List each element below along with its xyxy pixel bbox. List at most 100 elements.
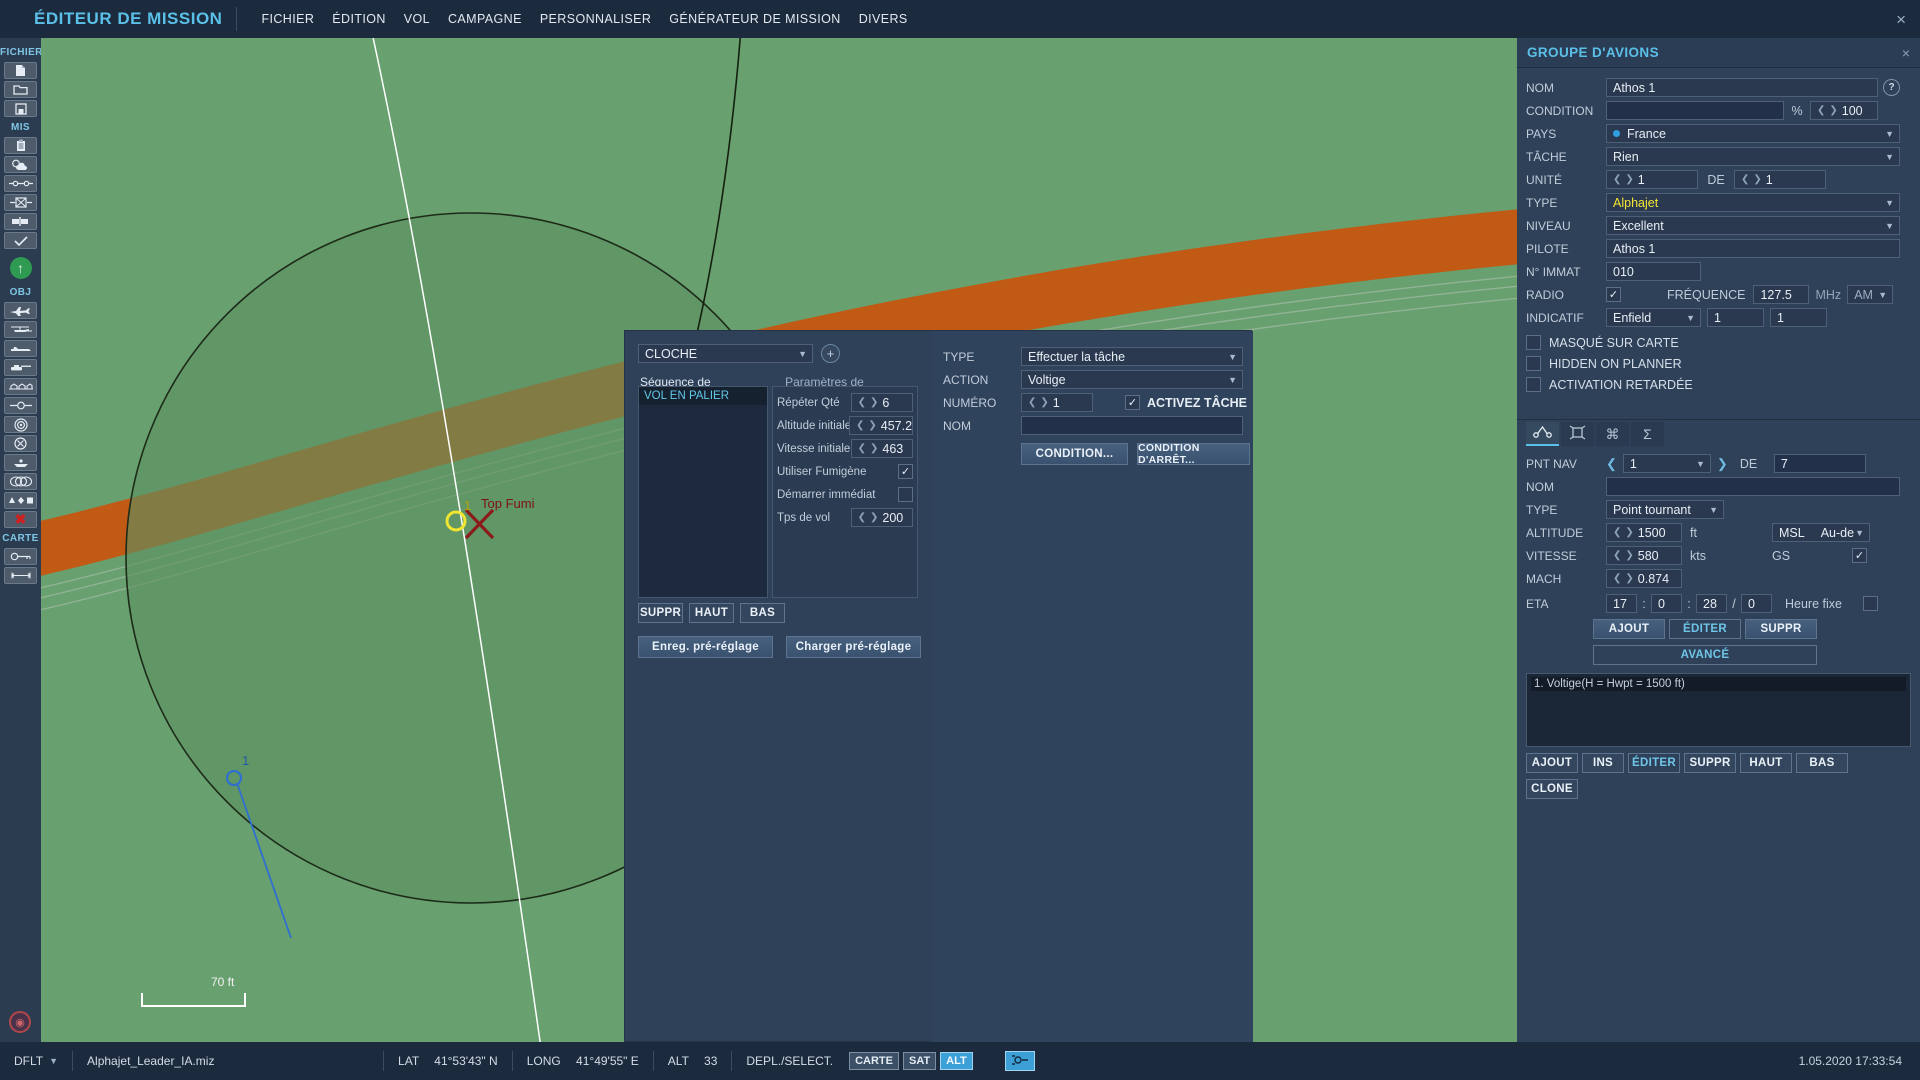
avance-button[interactable]: AVANCÉ bbox=[1593, 645, 1817, 665]
toggle-sat[interactable]: SAT bbox=[902, 1052, 937, 1070]
new-mission-button[interactable] bbox=[4, 62, 37, 79]
right-arrow-icon[interactable]: ❯ bbox=[1753, 174, 1761, 185]
left-arrow-icon[interactable]: ❮ bbox=[1613, 550, 1621, 561]
vitesse-initiale-stepper[interactable]: ❮ ❯ 463 bbox=[850, 439, 913, 458]
task-nom-input[interactable] bbox=[1021, 416, 1243, 435]
route-bas-button[interactable]: BAS bbox=[1796, 753, 1848, 773]
add-preset-button[interactable]: + bbox=[821, 344, 840, 363]
indicatif-num2-input[interactable]: 1 bbox=[1770, 308, 1827, 327]
altitude-stepper[interactable]: ❮ ❯ 1500 bbox=[1606, 523, 1682, 542]
menu-edition[interactable]: ÉDITION bbox=[332, 12, 386, 26]
up-arrow-button[interactable]: ↑ bbox=[9, 257, 32, 279]
left-arrow-icon[interactable]: ❮ bbox=[858, 397, 866, 408]
toggle-carte[interactable]: CARTE bbox=[849, 1052, 899, 1070]
right-arrow-icon[interactable]: ❯ bbox=[870, 397, 878, 408]
prev-waypoint-icon[interactable]: ❮ bbox=[1606, 456, 1617, 472]
utiliser-fumigene-checkbox[interactable]: ✓ bbox=[898, 464, 913, 479]
right-arrow-icon[interactable]: ❯ bbox=[870, 512, 878, 523]
indicatif-select[interactable]: Enfield ▼ bbox=[1606, 308, 1701, 327]
menu-divers[interactable]: DIVERS bbox=[859, 12, 908, 26]
menu-vol[interactable]: VOL bbox=[404, 12, 430, 26]
nom-input[interactable]: Athos 1 bbox=[1606, 78, 1878, 97]
waypoint-ajout-button[interactable]: AJOUT bbox=[1593, 619, 1665, 639]
eta-minutes-input[interactable]: 0 bbox=[1651, 594, 1682, 613]
left-arrow-icon[interactable]: ❮ bbox=[1741, 174, 1749, 185]
right-arrow-icon[interactable]: ❯ bbox=[1625, 174, 1633, 185]
immat-input[interactable]: 010 bbox=[1606, 262, 1701, 281]
hidden-on-planner-checkbox[interactable] bbox=[1526, 356, 1541, 371]
airplane-button[interactable] bbox=[4, 302, 37, 319]
stop-condition-button[interactable]: CONDITION D'ARRÊT... bbox=[1137, 442, 1250, 466]
shapes-button[interactable] bbox=[4, 492, 37, 509]
ship-button[interactable] bbox=[4, 340, 37, 357]
task-action-select[interactable]: Voltige ▼ bbox=[1021, 370, 1243, 389]
vitesse-stepper[interactable]: ❮ ❯ 580 bbox=[1606, 546, 1682, 565]
briefing-button[interactable] bbox=[4, 137, 37, 154]
load-preset-button[interactable]: Charger pré-réglage bbox=[786, 636, 921, 658]
waypoint-editer-button[interactable]: ÉDITER bbox=[1669, 619, 1741, 639]
radio-checkbox[interactable]: ✓ bbox=[1606, 287, 1621, 302]
masque-sur-carte-checkbox[interactable] bbox=[1526, 335, 1541, 350]
left-arrow-icon[interactable]: ❮ bbox=[1613, 573, 1621, 584]
mach-stepper[interactable]: ❮ ❯ 0.874 bbox=[1606, 569, 1682, 588]
pays-select[interactable]: France ▼ bbox=[1606, 124, 1900, 143]
modulation-select[interactable]: AM ▼ bbox=[1847, 285, 1894, 304]
right-arrow-icon[interactable]: ❯ bbox=[1625, 550, 1633, 561]
condition-input[interactable] bbox=[1606, 101, 1784, 120]
gs-checkbox[interactable]: ✓ bbox=[1852, 548, 1867, 563]
right-arrow-icon[interactable]: ❯ bbox=[1829, 105, 1837, 116]
next-waypoint-icon[interactable]: ❯ bbox=[1717, 456, 1728, 472]
route-ins-button[interactable]: INS bbox=[1582, 753, 1624, 773]
formation-button[interactable] bbox=[4, 473, 37, 490]
demarrer-immediat-checkbox[interactable] bbox=[898, 487, 913, 502]
type-select[interactable]: Alphajet ▼ bbox=[1606, 193, 1900, 212]
profile-select[interactable]: DFLT ▼ bbox=[0, 1054, 72, 1068]
heure-fixe-checkbox[interactable] bbox=[1863, 596, 1878, 611]
eta-days-input[interactable]: 0 bbox=[1741, 594, 1772, 613]
activate-task-checkbox[interactable]: ✓ bbox=[1125, 395, 1140, 410]
left-arrow-icon[interactable]: ❮ bbox=[856, 420, 864, 431]
toggle-alt[interactable]: ALT bbox=[940, 1052, 973, 1070]
trigger-button[interactable] bbox=[4, 175, 37, 192]
record-button[interactable]: ◉ bbox=[9, 1011, 31, 1033]
right-arrow-icon[interactable]: ❯ bbox=[1625, 527, 1633, 538]
list-item[interactable]: 1. Voltige(H = Hwpt = 1500 ft) bbox=[1531, 677, 1906, 691]
task-numero-stepper[interactable]: ❮ ❯ 1 bbox=[1021, 393, 1093, 412]
task-type-select[interactable]: Effectuer la tâche ▼ bbox=[1021, 347, 1243, 366]
pnt-nav-select[interactable]: 1 ▼ bbox=[1622, 454, 1711, 473]
right-arrow-icon[interactable]: ❯ bbox=[1040, 397, 1048, 408]
save-mission-button[interactable] bbox=[4, 100, 37, 117]
altitude-initiale-stepper[interactable]: ❮ ❯ 457.2 bbox=[849, 416, 913, 435]
unite-de-stepper[interactable]: ❮ ❯ 1 bbox=[1734, 170, 1826, 189]
eta-hours-input[interactable]: 17 bbox=[1606, 594, 1637, 613]
delete-object-button[interactable]: ✖ bbox=[4, 511, 37, 528]
no-entry-button[interactable] bbox=[4, 435, 37, 452]
tab-summary[interactable]: ⌘ bbox=[1596, 422, 1629, 446]
percent-stepper[interactable]: ❮ ❯ 100 bbox=[1810, 101, 1878, 120]
open-mission-button[interactable] bbox=[4, 81, 37, 98]
menu-campagne[interactable]: CAMPAGNE bbox=[448, 12, 522, 26]
activation-retardee-checkbox[interactable] bbox=[1526, 377, 1541, 392]
right-arrow-icon[interactable]: ❯ bbox=[870, 443, 878, 454]
route-haut-button[interactable]: HAUT bbox=[1740, 753, 1792, 773]
airfield-button[interactable] bbox=[4, 454, 37, 471]
static-line-button[interactable] bbox=[4, 397, 37, 414]
structure-button[interactable] bbox=[4, 378, 37, 395]
left-arrow-icon[interactable]: ❮ bbox=[1613, 527, 1621, 538]
unite-stepper[interactable]: ❮ ❯ 1 bbox=[1606, 170, 1698, 189]
frequence-input[interactable]: 127.5 bbox=[1753, 285, 1810, 304]
map-ruler-button[interactable] bbox=[4, 567, 37, 584]
nav-nom-input[interactable] bbox=[1606, 477, 1900, 496]
left-arrow-icon[interactable]: ❮ bbox=[858, 443, 866, 454]
pilote-input[interactable]: Athos 1 bbox=[1606, 239, 1900, 258]
menu-generateur-de-mission[interactable]: GÉNÉRATEUR DE MISSION bbox=[669, 12, 840, 26]
help-button[interactable]: ? bbox=[1883, 79, 1900, 96]
zone-circle-button[interactable] bbox=[4, 416, 37, 433]
maneuver-list[interactable]: VOL EN PALIER bbox=[638, 386, 768, 598]
close-icon[interactable]: × bbox=[1896, 10, 1906, 30]
left-arrow-icon[interactable]: ❮ bbox=[1817, 105, 1825, 116]
suppr-button[interactable]: SUPPR bbox=[638, 603, 683, 623]
left-arrow-icon[interactable]: ❮ bbox=[1028, 397, 1036, 408]
route-ajout-button[interactable]: AJOUT bbox=[1526, 753, 1578, 773]
condition-button[interactable]: CONDITION... bbox=[1021, 443, 1128, 465]
